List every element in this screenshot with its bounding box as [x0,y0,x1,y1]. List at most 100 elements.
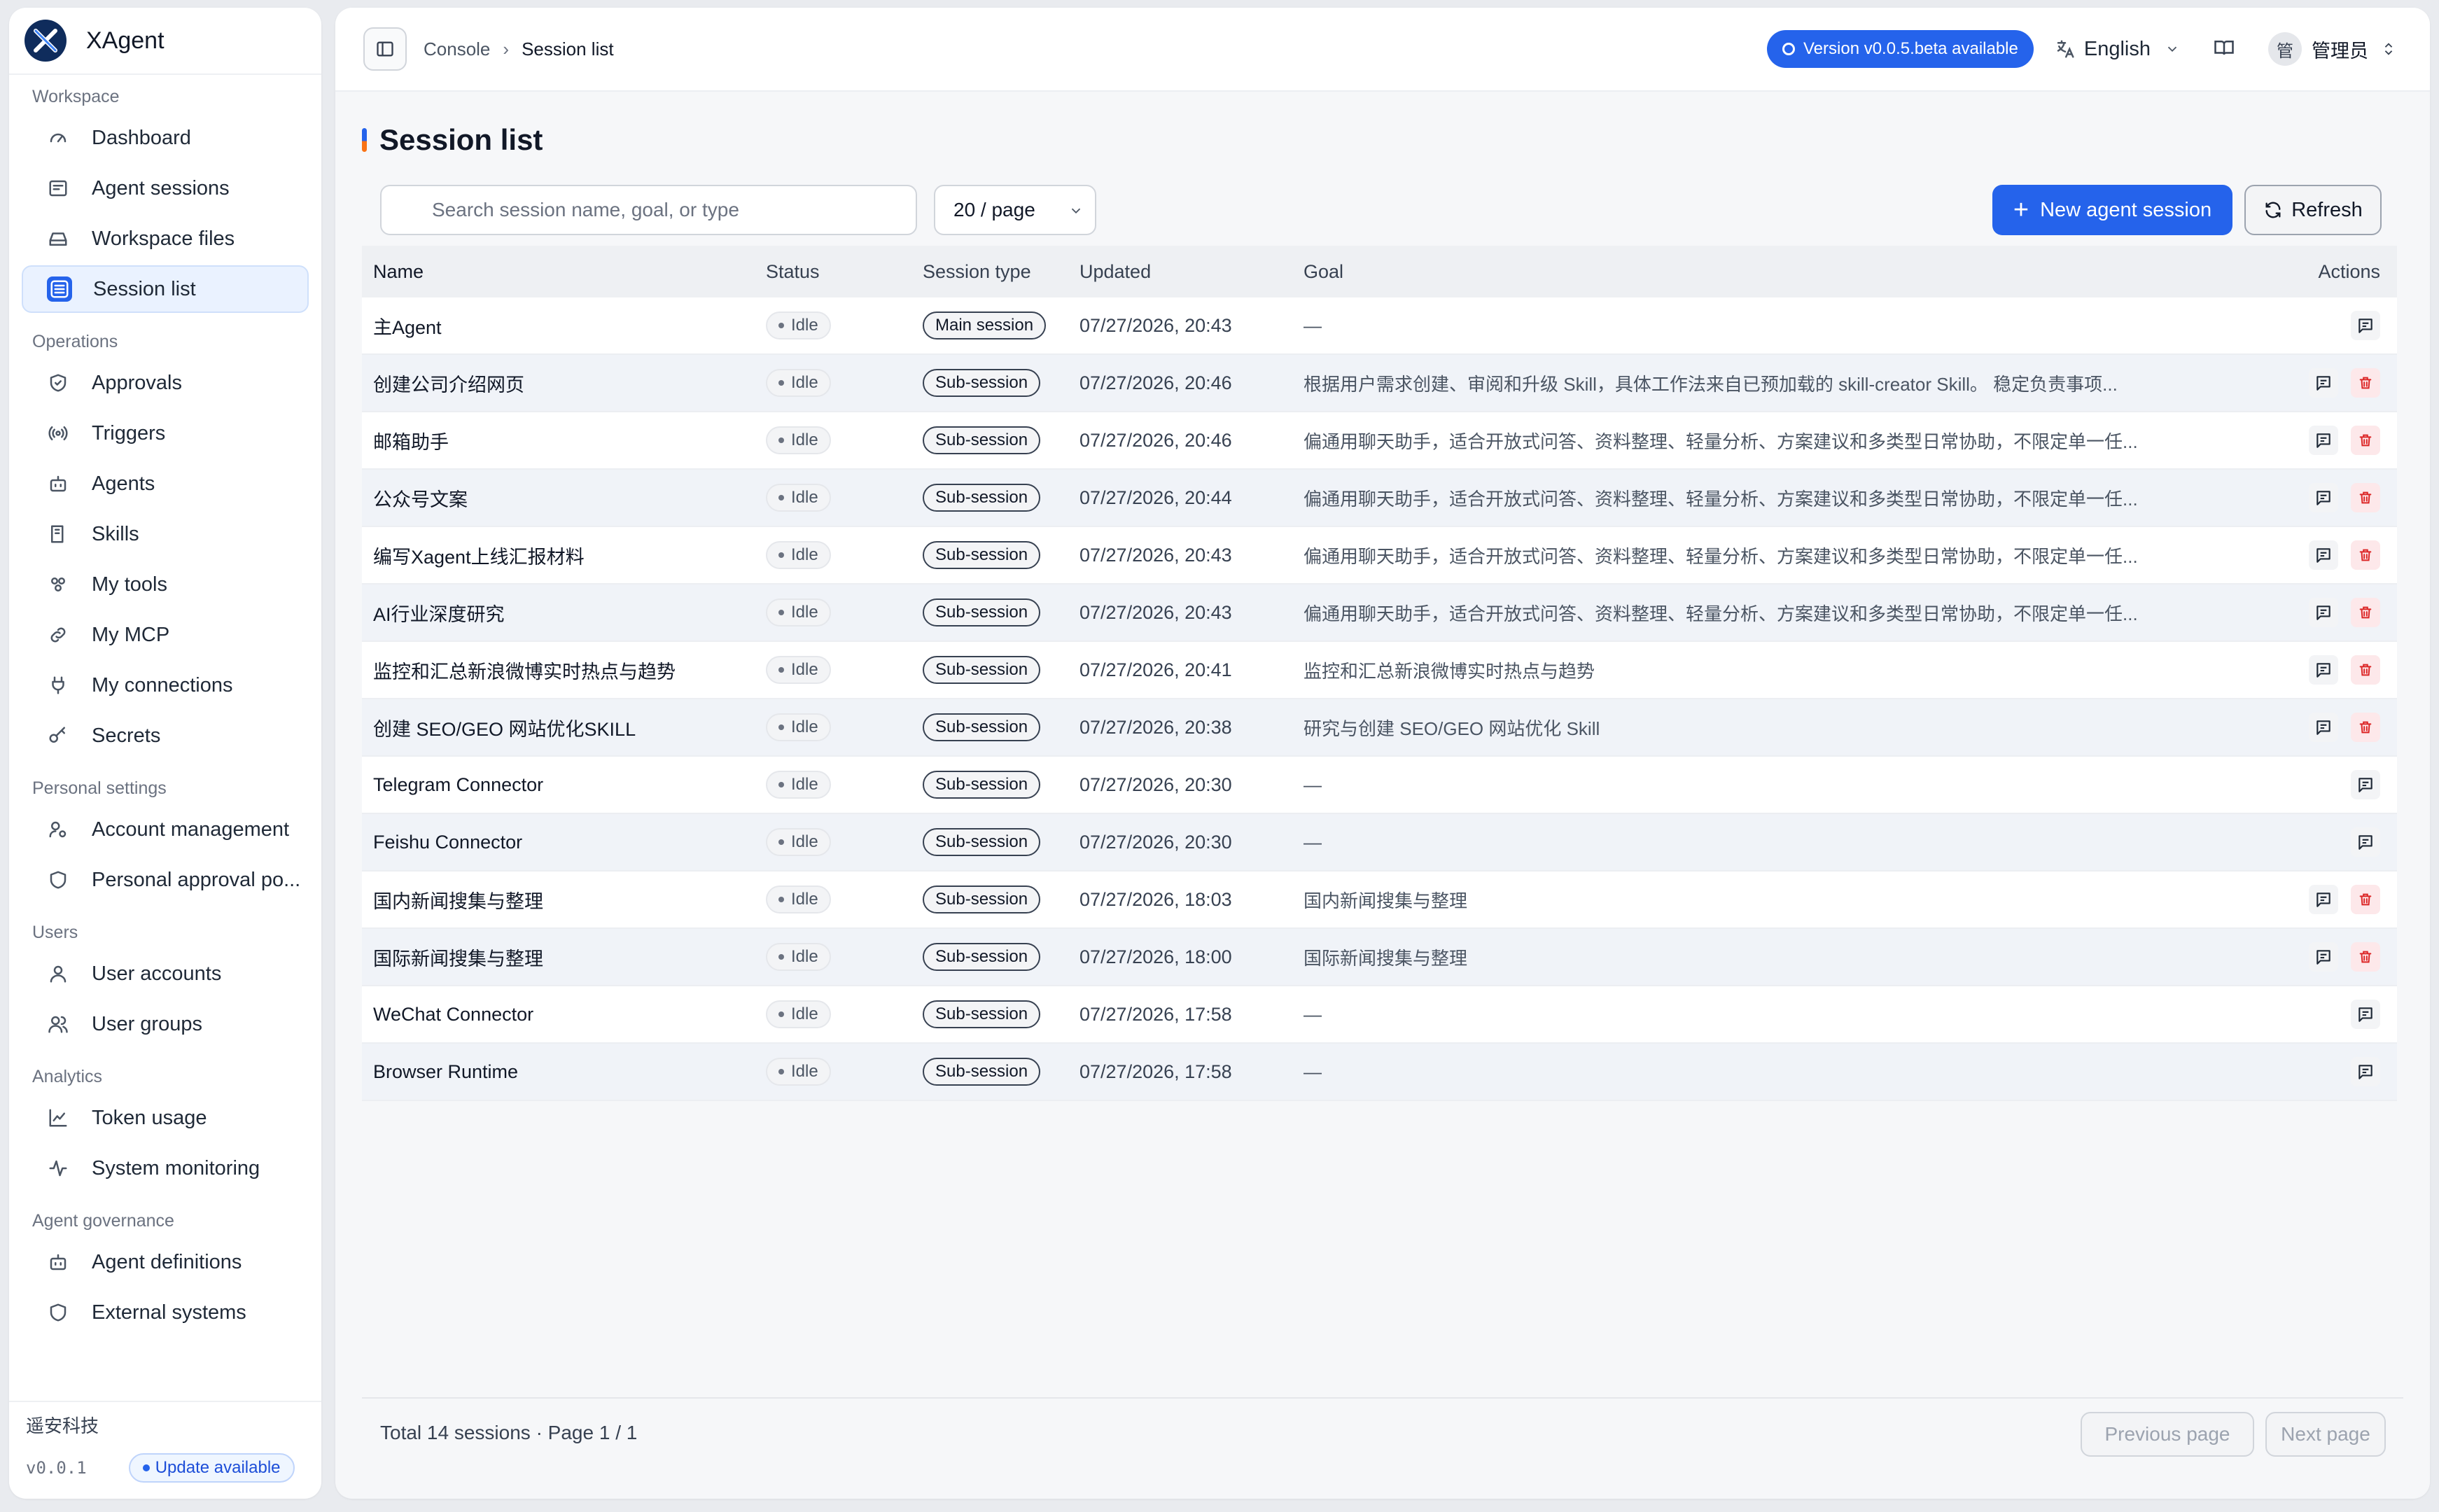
sidebar-item-approvals[interactable]: Approvals [22,359,309,407]
sidebar-item-my-mcp[interactable]: My MCP [22,611,309,659]
sidebar-item-account-management[interactable]: Account management [22,806,309,853]
table-row[interactable]: 国际新闻搜集与整理 Idle Sub-session 07/27/2026, 1… [362,929,2397,986]
delete-trash-icon[interactable] [2351,368,2380,398]
table-row[interactable]: WeChat Connector Idle Sub-session 07/27/… [362,986,2397,1044]
open-chat-icon[interactable] [2351,770,2380,799]
page-size-select[interactable]: 20 / page [934,185,1096,235]
sidebar-item-agent-sessions[interactable]: Agent sessions [22,164,309,212]
sidebar-item-workspace-files[interactable]: Workspace files [22,215,309,262]
delete-trash-icon[interactable] [2351,942,2380,972]
open-chat-icon[interactable] [2351,1000,2380,1029]
session-name[interactable]: WeChat Connector [362,1004,766,1026]
table-row[interactable]: 公众号文案 Idle Sub-session 07/27/2026, 20:44… [362,470,2397,527]
column-header-session-type[interactable]: Session type [923,261,1079,283]
sidebar-item-external-systems[interactable]: External systems [22,1289,309,1336]
new-agent-session-button[interactable]: + New agent session [1992,185,2232,235]
sidebar-item-token-usage[interactable]: Token usage [22,1094,309,1142]
search-input[interactable] [382,199,916,221]
open-chat-icon[interactable] [2351,827,2380,857]
table-row[interactable]: 编写Xagent上线汇报材料 Idle Sub-session 07/27/20… [362,527,2397,584]
table-row[interactable]: Telegram Connector Idle Sub-session 07/2… [362,757,2397,814]
sidebar-item-user-accounts[interactable]: User accounts [22,950,309,997]
open-chat-icon[interactable] [2309,713,2338,742]
open-chat-icon[interactable] [2309,655,2338,685]
session-name[interactable]: 创建 SEO/GEO 网站优化SKILL [362,714,766,741]
column-header-name[interactable]: Name [362,261,766,283]
open-chat-icon[interactable] [2309,540,2338,570]
session-name[interactable]: Feishu Connector [362,832,766,853]
next-page-button[interactable]: Next page [2265,1412,2386,1457]
updated-time: 07/27/2026, 20:30 [1079,831,1232,853]
session-name[interactable]: 国内新闻搜集与整理 [362,886,766,913]
version-available-pill[interactable]: Version v0.0.5.beta available [1766,30,2034,68]
table-row[interactable]: 监控和汇总新浪微博实时热点与趋势 Idle Sub-session 07/27/… [362,642,2397,699]
session-name[interactable]: 编写Xagent上线汇报材料 [362,542,766,569]
status-text: Idle [791,775,818,794]
table-row[interactable]: AI行业深度研究 Idle Sub-session 07/27/2026, 20… [362,584,2397,642]
open-chat-icon[interactable] [2309,426,2338,455]
table-row[interactable]: 邮箱助手 Idle Sub-session 07/27/2026, 20:46 … [362,412,2397,470]
session-name[interactable]: 邮箱助手 [362,427,766,454]
open-chat-icon[interactable] [2309,598,2338,627]
sidebar-item-label: System monitoring [92,1156,260,1180]
open-chat-icon[interactable] [2309,885,2338,914]
table-row[interactable]: 创建公司介绍网页 Idle Sub-session 07/27/2026, 20… [362,355,2397,412]
delete-trash-icon[interactable] [2351,598,2380,627]
delete-trash-icon[interactable] [2351,713,2380,742]
brand[interactable]: XAgent [9,8,321,75]
refresh-button[interactable]: Refresh [2244,185,2382,235]
sidebar-group-users: Users [32,923,78,942]
table-row[interactable]: 国内新闻搜集与整理 Idle Sub-session 07/27/2026, 1… [362,872,2397,929]
sidebar-toggle-button[interactable] [363,27,407,71]
column-header-goal[interactable]: Goal [1304,261,2243,283]
breadcrumb-console[interactable]: Console [424,38,490,60]
sidebar-item-personal-approval-po[interactable]: Personal approval po... [22,856,309,904]
column-header-updated[interactable]: Updated [1079,261,1304,283]
table-row[interactable]: 主Agent Idle Main session 07/27/2026, 20:… [362,298,2397,355]
session-name[interactable]: AI行业深度研究 [362,599,766,626]
sidebar-item-system-monitoring[interactable]: System monitoring [22,1144,309,1192]
language-select[interactable]: English [2055,38,2180,61]
open-chat-icon[interactable] [2309,942,2338,972]
status-badge: Idle [766,312,831,340]
sidebar-item-my-tools[interactable]: My tools [22,561,309,608]
sidebar-item-my-connections[interactable]: My connections [22,662,309,709]
session-name[interactable]: 主Agent [362,312,766,340]
session-name[interactable]: Telegram Connector [362,774,766,796]
session-name[interactable]: 创建公司介绍网页 [362,370,766,397]
delete-trash-icon[interactable] [2351,885,2380,914]
delete-trash-icon[interactable] [2351,655,2380,685]
search-box[interactable] [380,185,917,235]
user-menu[interactable]: 管 管理员 [2268,32,2396,66]
sidebar-item-label: Skills [92,522,139,545]
update-available-badge[interactable]: Update available [128,1453,295,1483]
sidebar-item-secrets[interactable]: Secrets [22,712,309,760]
sidebar-nav[interactable]: Workspace Dashboard Agent sessions Workspac… [9,76,321,1401]
table-row[interactable]: Feishu Connector Idle Sub-session 07/27/… [362,814,2397,872]
sidebar-item-user-groups[interactable]: User groups [22,1000,309,1048]
chevrons-up-down-icon [2384,43,2393,55]
column-header-status[interactable]: Status [766,261,923,283]
gauge-icon [46,125,71,150]
session-name[interactable]: Browser Runtime [362,1061,766,1083]
delete-trash-icon[interactable] [2351,483,2380,512]
sidebar-item-session-list[interactable]: Session list [22,265,309,313]
previous-page-button[interactable]: Previous page [2081,1412,2254,1457]
session-name[interactable]: 国际新闻搜集与整理 [362,944,766,971]
session-name[interactable]: 公众号文案 [362,484,766,512]
table-row[interactable]: 创建 SEO/GEO 网站优化SKILL Idle Sub-session 07… [362,699,2397,757]
sidebar-item-dashboard[interactable]: Dashboard [22,114,309,162]
sidebar-item-triggers[interactable]: Triggers [22,410,309,457]
open-chat-icon[interactable] [2309,368,2338,398]
sidebar-item-agent-definitions[interactable]: Agent definitions [22,1238,309,1286]
open-chat-icon[interactable] [2309,483,2338,512]
sidebar-item-skills[interactable]: Skills [22,510,309,558]
session-name[interactable]: 监控和汇总新浪微博实时热点与趋势 [362,657,766,684]
delete-trash-icon[interactable] [2351,426,2380,455]
open-chat-icon[interactable] [2351,311,2380,340]
open-chat-icon[interactable] [2351,1057,2380,1086]
delete-trash-icon[interactable] [2351,540,2380,570]
sidebar-item-agents[interactable]: Agents [22,460,309,507]
docs-book-icon[interactable] [2214,37,2235,62]
table-row[interactable]: Browser Runtime Idle Sub-session 07/27/2… [362,1044,2397,1101]
